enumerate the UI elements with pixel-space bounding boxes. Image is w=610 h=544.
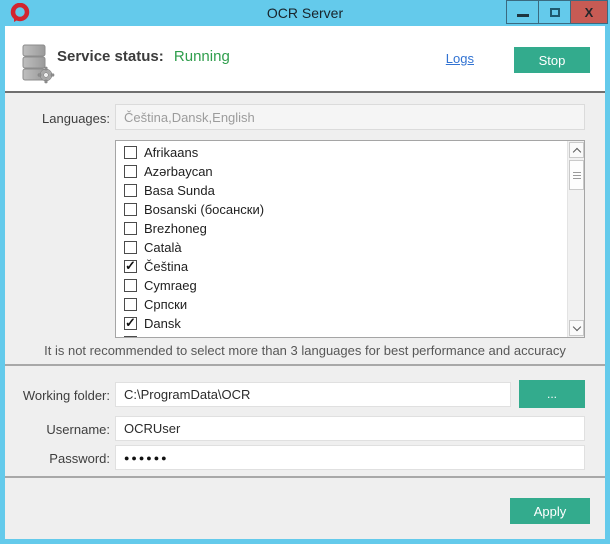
chevron-up-icon (572, 147, 580, 155)
languages-summary-input (115, 104, 585, 130)
language-label: Dansk (144, 316, 181, 331)
language-row[interactable]: Deutsch (116, 333, 567, 338)
grip-icon (573, 175, 581, 176)
language-label: Basa Sunda (144, 183, 215, 198)
language-label: Bosanski (босански) (144, 202, 264, 217)
logs-link[interactable]: Logs (446, 51, 474, 66)
language-label: Cymraeg (144, 278, 197, 293)
close-button[interactable]: X (570, 0, 608, 24)
languages-note: It is not recommended to select more tha… (5, 343, 605, 358)
close-icon: X (585, 5, 594, 20)
language-row[interactable]: Bosanski (босански) (116, 200, 567, 219)
scrollbar[interactable] (567, 141, 584, 337)
settings-section: Working folder: ... Username: Password: (5, 368, 605, 478)
language-row[interactable]: Basa Sunda (116, 181, 567, 200)
maximize-button[interactable] (538, 0, 571, 24)
maximize-icon (550, 8, 560, 17)
window-body: Service status: Running Logs Stop Langua… (5, 26, 605, 539)
language-checkbox[interactable] (124, 165, 137, 178)
language-label: Català (144, 240, 182, 255)
username-input[interactable] (115, 416, 585, 441)
minimize-icon (517, 14, 529, 17)
password-label: Password: (10, 451, 110, 466)
scroll-down-button[interactable] (569, 320, 584, 336)
language-row[interactable]: Cymraeg (116, 276, 567, 295)
language-checkbox[interactable] (124, 184, 137, 197)
language-row[interactable]: Српски (116, 295, 567, 314)
language-row[interactable]: Dansk (116, 314, 567, 333)
language-label: Deutsch (144, 335, 192, 338)
language-checkbox[interactable] (124, 260, 137, 273)
language-checkbox[interactable] (124, 279, 137, 292)
language-rows: Afrikaans Azərbaycan Basa Sunda Bosanski (б… (116, 143, 567, 338)
scroll-up-button[interactable] (569, 142, 584, 158)
language-row[interactable]: Azərbaycan (116, 162, 567, 181)
scrollbar-thumb[interactable] (569, 160, 584, 190)
language-checkbox[interactable] (124, 222, 137, 235)
language-row[interactable]: Català (116, 238, 567, 257)
titlebar: OCR Server X (0, 0, 610, 26)
language-label: Afrikaans (144, 145, 198, 160)
stop-button[interactable]: Stop (514, 47, 590, 73)
ocr-server-window: OCR Server X (0, 0, 610, 544)
username-label: Username: (10, 422, 110, 437)
browse-button[interactable]: ... (519, 380, 585, 408)
language-label: Brezhoneg (144, 221, 207, 236)
service-status-line: Service status: Running (57, 48, 230, 65)
language-label: Čeština (144, 259, 188, 274)
working-folder-input[interactable] (115, 382, 511, 407)
languages-section: Languages: Afrikaans Azərbaycan Basa Sunda… (5, 95, 605, 366)
language-label: Azərbaycan (144, 164, 213, 179)
service-status-value: Running (174, 48, 230, 65)
server-icon (17, 42, 57, 84)
apply-button[interactable]: Apply (510, 498, 590, 524)
languages-label: Languages: (10, 111, 110, 126)
language-list[interactable]: Afrikaans Azərbaycan Basa Sunda Bosanski (б… (115, 140, 585, 338)
password-input[interactable] (115, 445, 585, 470)
language-checkbox[interactable] (124, 241, 137, 254)
service-status-label: Service status: (57, 48, 164, 65)
minimize-button[interactable] (506, 0, 539, 24)
language-row[interactable]: Afrikaans (116, 143, 567, 162)
language-row[interactable]: Čeština (116, 257, 567, 276)
footer-section: Apply (5, 480, 605, 539)
working-folder-label: Working folder: (10, 388, 110, 403)
language-checkbox[interactable] (124, 203, 137, 216)
window-controls: X (506, 0, 608, 24)
service-status-section: Service status: Running Logs Stop (5, 26, 605, 93)
language-row[interactable]: Brezhoneg (116, 219, 567, 238)
language-checkbox[interactable] (124, 336, 137, 338)
language-checkbox[interactable] (124, 146, 137, 159)
chevron-down-icon (572, 322, 580, 330)
language-checkbox[interactable] (124, 317, 137, 330)
language-label: Српски (144, 297, 187, 312)
language-checkbox[interactable] (124, 298, 137, 311)
